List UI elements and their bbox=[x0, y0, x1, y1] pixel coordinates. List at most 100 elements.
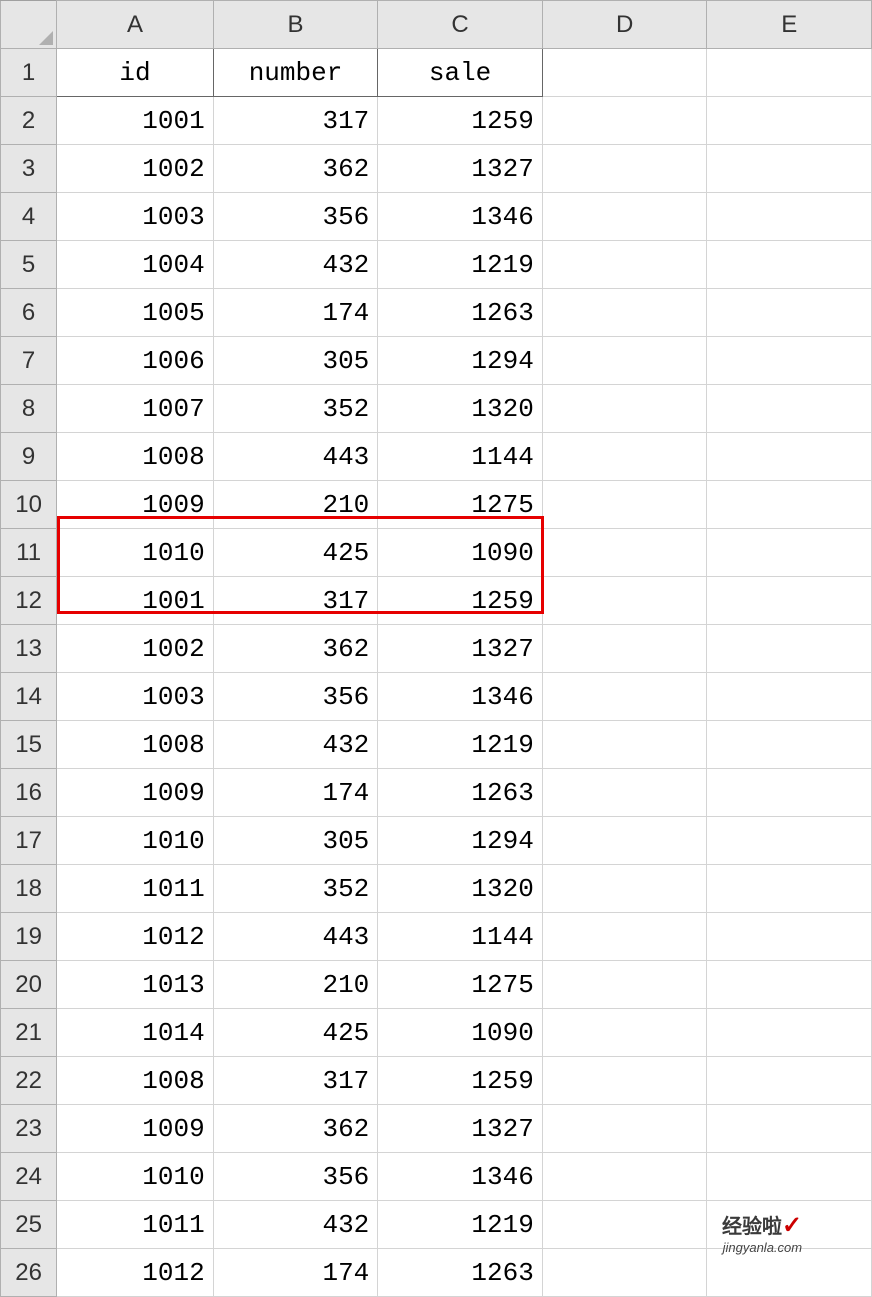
cell-a12[interactable]: 1001 bbox=[57, 577, 214, 625]
cell-e14[interactable] bbox=[707, 673, 872, 721]
cell-b1[interactable]: number bbox=[213, 49, 378, 97]
row-header-11[interactable]: 11 bbox=[1, 529, 57, 577]
cell-a26[interactable]: 1012 bbox=[57, 1249, 214, 1297]
cell-d20[interactable] bbox=[542, 961, 707, 1009]
column-header-d[interactable]: D bbox=[542, 1, 707, 49]
cell-d18[interactable] bbox=[542, 865, 707, 913]
row-header-14[interactable]: 14 bbox=[1, 673, 57, 721]
cell-c4[interactable]: 1346 bbox=[378, 193, 543, 241]
cell-c16[interactable]: 1263 bbox=[378, 769, 543, 817]
cell-e6[interactable] bbox=[707, 289, 872, 337]
row-header-16[interactable]: 16 bbox=[1, 769, 57, 817]
cell-e16[interactable] bbox=[707, 769, 872, 817]
cell-c24[interactable]: 1346 bbox=[378, 1153, 543, 1201]
cell-b11[interactable]: 425 bbox=[213, 529, 378, 577]
row-header-21[interactable]: 21 bbox=[1, 1009, 57, 1057]
row-header-18[interactable]: 18 bbox=[1, 865, 57, 913]
cell-d26[interactable] bbox=[542, 1249, 707, 1297]
cell-a21[interactable]: 1014 bbox=[57, 1009, 214, 1057]
cell-b25[interactable]: 432 bbox=[213, 1201, 378, 1249]
cell-d9[interactable] bbox=[542, 433, 707, 481]
cell-e2[interactable] bbox=[707, 97, 872, 145]
cell-c3[interactable]: 1327 bbox=[378, 145, 543, 193]
cell-b13[interactable]: 362 bbox=[213, 625, 378, 673]
cell-a5[interactable]: 1004 bbox=[57, 241, 214, 289]
row-header-6[interactable]: 6 bbox=[1, 289, 57, 337]
cell-a9[interactable]: 1008 bbox=[57, 433, 214, 481]
cell-b6[interactable]: 174 bbox=[213, 289, 378, 337]
cell-c7[interactable]: 1294 bbox=[378, 337, 543, 385]
cell-d3[interactable] bbox=[542, 145, 707, 193]
cell-a6[interactable]: 1005 bbox=[57, 289, 214, 337]
row-header-17[interactable]: 17 bbox=[1, 817, 57, 865]
row-header-20[interactable]: 20 bbox=[1, 961, 57, 1009]
cell-d16[interactable] bbox=[542, 769, 707, 817]
cell-b10[interactable]: 210 bbox=[213, 481, 378, 529]
row-header-2[interactable]: 2 bbox=[1, 97, 57, 145]
cell-d8[interactable] bbox=[542, 385, 707, 433]
cell-b24[interactable]: 356 bbox=[213, 1153, 378, 1201]
cell-e10[interactable] bbox=[707, 481, 872, 529]
cell-b12[interactable]: 317 bbox=[213, 577, 378, 625]
cell-e24[interactable] bbox=[707, 1153, 872, 1201]
cell-d21[interactable] bbox=[542, 1009, 707, 1057]
cell-a10[interactable]: 1009 bbox=[57, 481, 214, 529]
column-header-b[interactable]: B bbox=[213, 1, 378, 49]
cell-d10[interactable] bbox=[542, 481, 707, 529]
cell-a11[interactable]: 1010 bbox=[57, 529, 214, 577]
row-header-10[interactable]: 10 bbox=[1, 481, 57, 529]
cell-b19[interactable]: 443 bbox=[213, 913, 378, 961]
row-header-15[interactable]: 15 bbox=[1, 721, 57, 769]
cell-b4[interactable]: 356 bbox=[213, 193, 378, 241]
cell-a22[interactable]: 1008 bbox=[57, 1057, 214, 1105]
cell-d6[interactable] bbox=[542, 289, 707, 337]
cell-b22[interactable]: 317 bbox=[213, 1057, 378, 1105]
cell-c18[interactable]: 1320 bbox=[378, 865, 543, 913]
cell-b3[interactable]: 362 bbox=[213, 145, 378, 193]
select-all-corner[interactable] bbox=[1, 1, 57, 49]
cell-d14[interactable] bbox=[542, 673, 707, 721]
cell-b18[interactable]: 352 bbox=[213, 865, 378, 913]
cell-e23[interactable] bbox=[707, 1105, 872, 1153]
cell-e12[interactable] bbox=[707, 577, 872, 625]
cell-c6[interactable]: 1263 bbox=[378, 289, 543, 337]
cell-d13[interactable] bbox=[542, 625, 707, 673]
cell-e4[interactable] bbox=[707, 193, 872, 241]
cell-d17[interactable] bbox=[542, 817, 707, 865]
cell-e21[interactable] bbox=[707, 1009, 872, 1057]
cell-c19[interactable]: 1144 bbox=[378, 913, 543, 961]
cell-c14[interactable]: 1346 bbox=[378, 673, 543, 721]
row-header-5[interactable]: 5 bbox=[1, 241, 57, 289]
cell-c10[interactable]: 1275 bbox=[378, 481, 543, 529]
row-header-13[interactable]: 13 bbox=[1, 625, 57, 673]
cell-d19[interactable] bbox=[542, 913, 707, 961]
row-header-4[interactable]: 4 bbox=[1, 193, 57, 241]
cell-a25[interactable]: 1011 bbox=[57, 1201, 214, 1249]
cell-a2[interactable]: 1001 bbox=[57, 97, 214, 145]
row-header-7[interactable]: 7 bbox=[1, 337, 57, 385]
cell-c13[interactable]: 1327 bbox=[378, 625, 543, 673]
cell-c15[interactable]: 1219 bbox=[378, 721, 543, 769]
cell-e8[interactable] bbox=[707, 385, 872, 433]
cell-c2[interactable]: 1259 bbox=[378, 97, 543, 145]
cell-e15[interactable] bbox=[707, 721, 872, 769]
cell-c8[interactable]: 1320 bbox=[378, 385, 543, 433]
cell-c26[interactable]: 1263 bbox=[378, 1249, 543, 1297]
cell-e18[interactable] bbox=[707, 865, 872, 913]
cell-d23[interactable] bbox=[542, 1105, 707, 1153]
cell-a23[interactable]: 1009 bbox=[57, 1105, 214, 1153]
cell-e1[interactable] bbox=[707, 49, 872, 97]
cell-b7[interactable]: 305 bbox=[213, 337, 378, 385]
cell-b21[interactable]: 425 bbox=[213, 1009, 378, 1057]
row-header-26[interactable]: 26 bbox=[1, 1249, 57, 1297]
row-header-9[interactable]: 9 bbox=[1, 433, 57, 481]
cell-d12[interactable] bbox=[542, 577, 707, 625]
row-header-8[interactable]: 8 bbox=[1, 385, 57, 433]
cell-a4[interactable]: 1003 bbox=[57, 193, 214, 241]
cell-a1[interactable]: id bbox=[57, 49, 214, 97]
cell-a17[interactable]: 1010 bbox=[57, 817, 214, 865]
row-header-19[interactable]: 19 bbox=[1, 913, 57, 961]
cell-b5[interactable]: 432 bbox=[213, 241, 378, 289]
cell-a19[interactable]: 1012 bbox=[57, 913, 214, 961]
cell-b26[interactable]: 174 bbox=[213, 1249, 378, 1297]
